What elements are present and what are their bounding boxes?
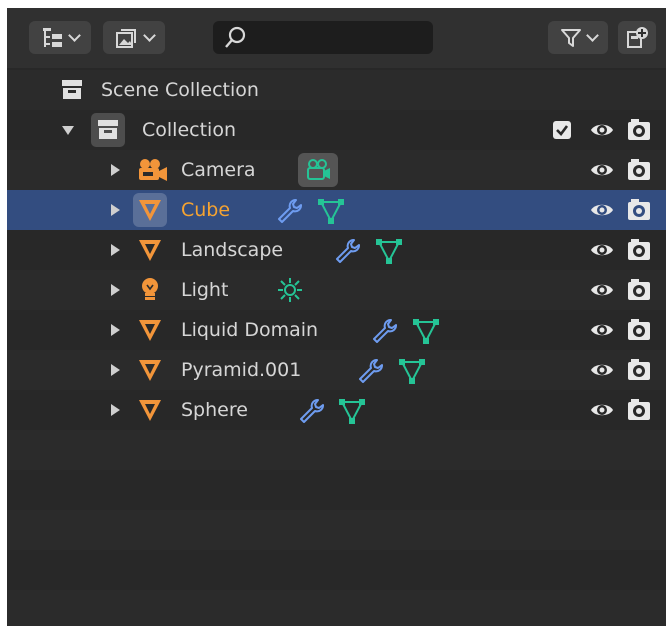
new-collection-button[interactable] <box>618 21 656 54</box>
object-row-light[interactable]: Light <box>7 270 666 310</box>
outliner-tree-icon <box>42 27 62 47</box>
expand-toggle[interactable] <box>111 324 120 336</box>
empty-row <box>7 590 666 626</box>
search-icon <box>225 26 246 48</box>
wrench-icon[interactable] <box>298 398 324 424</box>
render-camera-icon[interactable] <box>627 239 651 261</box>
display-mode-dropdown[interactable] <box>29 21 91 54</box>
expand-toggle[interactable] <box>111 244 120 256</box>
search-field[interactable] <box>213 21 433 54</box>
collection-icon <box>98 120 118 139</box>
mesh-data-icon[interactable] <box>317 197 345 225</box>
eye-icon[interactable] <box>590 401 614 419</box>
sun-light-data-icon[interactable] <box>277 277 303 303</box>
funnel-icon <box>560 28 581 47</box>
outliner-editor: Scene Collection Collection Camera Cube … <box>7 8 666 626</box>
object-label: Liquid Domain <box>181 319 319 341</box>
expand-collapse-toggle[interactable] <box>62 126 74 135</box>
object-row-pyramid-001[interactable]: Pyramid.001 <box>7 350 666 390</box>
object-row-camera[interactable]: Camera <box>7 150 666 190</box>
mesh-data-icon[interactable] <box>398 357 426 385</box>
collection-row[interactable]: Collection <box>7 110 666 150</box>
expand-toggle[interactable] <box>111 404 120 416</box>
object-row-sphere[interactable]: Sphere <box>7 390 666 430</box>
object-label: Cube <box>181 199 231 221</box>
camera-data-button[interactable] <box>298 153 338 187</box>
expand-toggle[interactable] <box>111 284 120 296</box>
search-input[interactable] <box>257 25 431 52</box>
empty-row <box>7 550 666 590</box>
mesh-data-icon[interactable] <box>338 397 366 425</box>
object-label: Pyramid.001 <box>181 359 302 381</box>
render-camera-icon[interactable] <box>627 199 651 221</box>
eye-icon[interactable] <box>590 321 614 339</box>
mesh-data-icon[interactable] <box>412 317 440 345</box>
wrench-icon[interactable] <box>276 198 302 224</box>
expand-toggle[interactable] <box>111 364 120 376</box>
mesh-object-icon <box>139 360 161 381</box>
eye-icon[interactable] <box>590 201 614 219</box>
outliner-header <box>7 8 666 68</box>
scene-collection-label: Scene Collection <box>101 79 259 101</box>
object-label: Sphere <box>181 399 248 421</box>
camera-object-icon <box>139 159 167 181</box>
render-camera-icon[interactable] <box>627 159 651 181</box>
eye-icon[interactable] <box>590 241 614 259</box>
scene-collection-row[interactable]: Scene Collection <box>7 70 666 110</box>
wrench-icon[interactable] <box>357 358 383 384</box>
eye-icon[interactable] <box>590 281 614 299</box>
render-camera-icon[interactable] <box>627 319 651 341</box>
chevron-down-icon <box>585 28 599 42</box>
collection-label: Collection <box>142 119 236 141</box>
mesh-data-icon[interactable] <box>375 237 403 265</box>
scene-collection-icon <box>62 80 82 99</box>
wrench-icon[interactable] <box>334 238 360 264</box>
eye-icon[interactable] <box>590 121 614 139</box>
object-label: Camera <box>181 159 256 181</box>
light-bulb-object-icon <box>142 278 158 300</box>
object-label: Light <box>181 279 229 301</box>
render-camera-icon[interactable] <box>627 359 651 381</box>
mesh-object-icon <box>139 400 161 421</box>
image-stack-icon <box>115 28 136 48</box>
mesh-object-icon <box>139 200 161 221</box>
empty-row <box>7 470 666 510</box>
empty-row <box>7 510 666 550</box>
render-camera-icon[interactable] <box>627 279 651 301</box>
camera-data-icon <box>307 159 330 180</box>
expand-toggle[interactable] <box>111 204 120 216</box>
view-layer-dropdown[interactable] <box>103 21 165 54</box>
eye-icon[interactable] <box>590 161 614 179</box>
render-camera-icon[interactable] <box>627 119 651 141</box>
collection-icon-box <box>91 113 125 147</box>
render-camera-icon[interactable] <box>627 399 651 421</box>
exclude-checkbox-checked-icon[interactable] <box>553 121 571 139</box>
object-row-liquid-domain[interactable]: Liquid Domain <box>7 310 666 350</box>
mesh-object-icon <box>139 320 161 341</box>
active-object-highlight <box>133 193 167 227</box>
expand-toggle[interactable] <box>111 164 120 176</box>
wrench-icon[interactable] <box>371 318 397 344</box>
object-row-landscape[interactable]: Landscape <box>7 230 666 270</box>
object-label: Landscape <box>181 239 284 261</box>
eye-icon[interactable] <box>590 361 614 379</box>
empty-row <box>7 430 666 470</box>
chevron-down-icon <box>142 28 156 42</box>
mesh-object-icon <box>139 240 161 261</box>
new-collection-icon <box>627 26 648 48</box>
filter-dropdown[interactable] <box>548 21 608 54</box>
object-row-cube[interactable]: Cube <box>7 190 666 230</box>
chevron-down-icon <box>67 28 81 42</box>
